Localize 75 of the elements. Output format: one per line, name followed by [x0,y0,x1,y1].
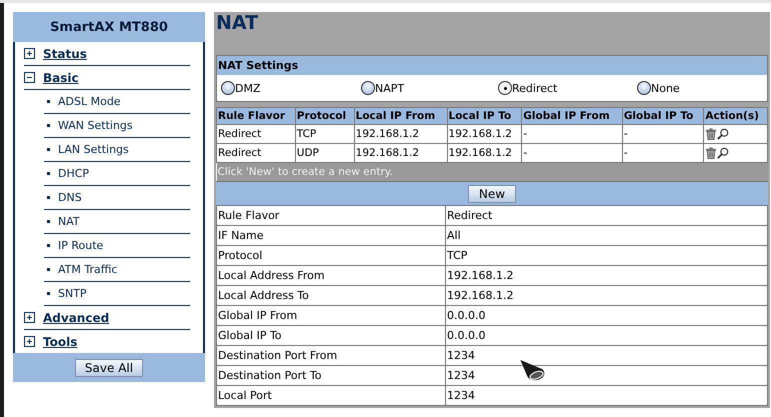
column-header: Rule Flavor [216,108,296,124]
radio-button[interactable] [498,81,512,95]
column-header: Global IP To [622,108,704,124]
field-value: 192.168.1.2 [446,286,768,306]
sidebar-item[interactable]: DNS [58,191,82,204]
column-header: Local IP To [447,108,522,124]
bullet-icon [47,196,50,199]
sidebar-item[interactable]: ATM Traffic [58,263,118,276]
table-cell: 192.168.1.2 [447,124,522,144]
collapse-icon[interactable] [24,72,35,83]
field-value: All [446,226,768,246]
bullet-icon [47,148,50,151]
field-label: Destination Port From [216,346,446,366]
column-header: Protocol [295,108,354,124]
field-label: Global IP From [216,306,446,326]
device-title: SmartAX MT880 [50,20,168,34]
field-value: Redirect [446,206,768,226]
field-label: Destination Port To [216,366,446,386]
field-label: Local Address From [216,266,446,286]
column-header: Action(s) [704,108,768,124]
sidebar-section-link[interactable]: Basic [43,70,79,84]
bullet-icon [47,244,50,247]
field-label: IF Name [216,226,446,246]
bullet-icon [47,292,50,295]
table-cell: 192.168.1.2 [354,124,448,144]
trash-icon[interactable] [705,147,718,160]
bullet-icon [47,124,50,127]
sidebar-section-link[interactable]: Status [43,46,87,60]
field-value: 0.0.0.0 [446,306,768,326]
column-header: Local IP From [354,108,448,124]
sidebar-section-link[interactable]: Advanced [43,310,110,324]
radio-button[interactable] [361,81,375,95]
sidebar-item[interactable]: ADSL Mode [58,95,121,108]
field-label: Protocol [216,246,446,266]
sidebar-item[interactable]: WAN Settings [58,119,133,132]
bullet-icon [47,220,50,223]
field-label: Rule Flavor [216,206,446,226]
bullet-icon [47,172,50,175]
search-icon[interactable] [717,128,730,140]
table-cell: - [522,124,622,144]
radio-button[interactable] [637,81,651,95]
page-title: NAT [216,12,258,34]
table-cell: - [622,124,704,144]
column-header: Global IP From [522,108,622,124]
field-value: 1234 [446,386,768,406]
expand-icon[interactable] [24,48,35,59]
field-value: 192.168.1.2 [446,266,768,286]
radio-button[interactable] [221,81,235,95]
field-label: Global IP To [216,326,446,346]
sidebar-item[interactable]: SNTP [58,287,87,300]
sidebar-item[interactable]: DHCP [58,167,90,180]
bullet-icon [47,268,50,271]
expand-icon[interactable] [24,336,35,347]
trash-icon[interactable] [705,128,718,140]
bullet-icon [47,100,50,103]
radio-label: NAPT [375,82,404,94]
section-title: NAT Settings [218,59,298,72]
sidebar-section-link[interactable]: Tools [43,334,78,348]
search-icon[interactable] [717,147,730,160]
sidebar-item[interactable]: NAT [58,215,80,228]
radio-label: DMZ [235,82,260,94]
sidebar-item[interactable]: LAN Settings [58,143,129,156]
save-all-button[interactable]: Save All [74,358,144,376]
field-value: 0.0.0.0 [446,326,768,346]
sidebar-item[interactable]: IP Route [58,239,104,252]
field-label: Local Address To [216,286,446,306]
field-label: Local Port [216,386,446,406]
new-button[interactable]: New [468,184,516,202]
field-value: TCP [446,246,768,266]
table-cell: TCP [295,124,354,144]
expand-icon[interactable] [24,312,35,323]
radio-label: None [651,82,680,94]
hint-text: Click 'New' to create a new entry. [216,162,768,181]
radio-label: Redirect [512,82,558,94]
table-cell: Redirect [216,124,296,144]
